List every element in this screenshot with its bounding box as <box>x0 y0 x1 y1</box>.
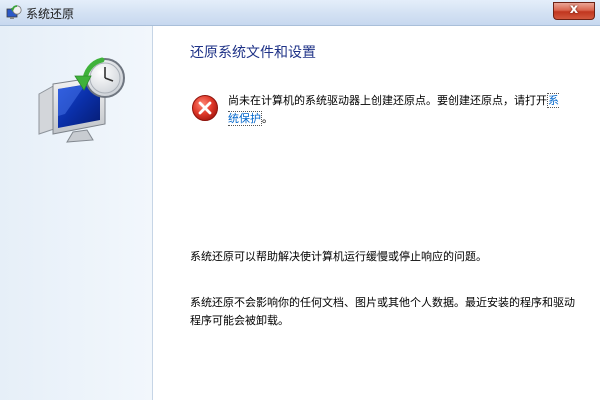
info-text-2: 系统还原不会影响你的任何文档、图片或其他个人数据。最近安装的程序和驱动程序可能会… <box>190 296 575 327</box>
system-restore-icon <box>6 5 22 19</box>
close-icon: x <box>569 2 579 17</box>
system-restore-window: 系统还原 x 还原系统文件和设置 尚未在计算机的系统驱动器上创建还原点。要创建还… <box>0 0 600 400</box>
error-suffix: 。 <box>262 112 273 125</box>
title-bar[interactable]: 系统还原 x <box>0 0 600 26</box>
window-title: 系统还原 <box>26 7 75 21</box>
error-icon <box>192 95 218 121</box>
system-restore-clock-monitor-icon <box>38 57 125 143</box>
error-text: 尚未在计算机的系统驱动器上创建还原点。要创建还原点，请打开 <box>228 94 547 107</box>
info-text-1: 系统还原可以帮助解决使计算机运行缓慢或停止响应的问题。 <box>190 250 487 263</box>
page-title: 还原系统文件和设置 <box>190 45 316 61</box>
main-content: 还原系统文件和设置 尚未在计算机的系统驱动器上创建还原点。要创建还原点，请打开系… <box>153 26 600 400</box>
close-button[interactable]: x <box>553 2 595 20</box>
error-message: 尚未在计算机的系统驱动器上创建还原点。要创建还原点，请打开系统保护。 <box>228 92 568 128</box>
side-panel <box>0 26 153 400</box>
